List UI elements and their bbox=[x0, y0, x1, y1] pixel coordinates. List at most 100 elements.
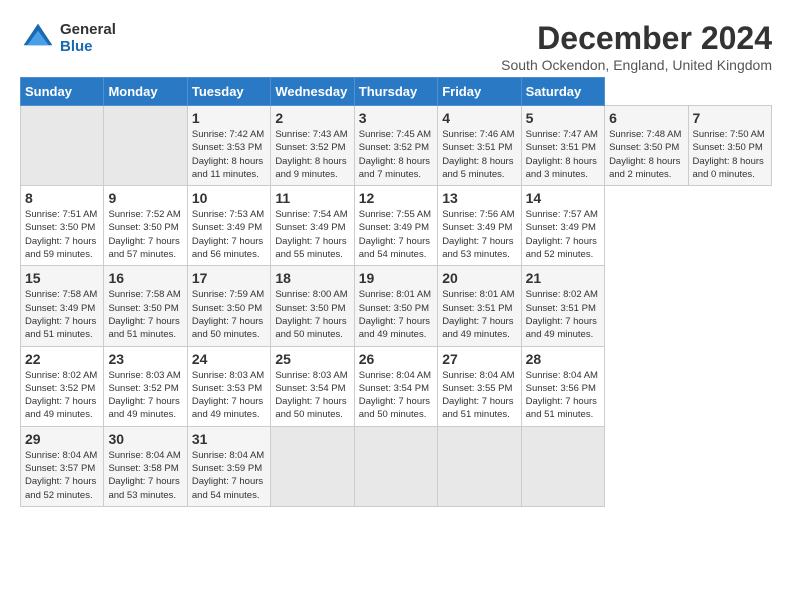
day-header-friday: Friday bbox=[438, 78, 521, 106]
calendar-cell: 9Sunrise: 7:52 AM Sunset: 3:50 PM Daylig… bbox=[104, 186, 187, 266]
day-number: 14 bbox=[526, 190, 600, 206]
day-number: 19 bbox=[359, 270, 433, 286]
calendar-cell bbox=[104, 106, 187, 186]
day-info: Sunrise: 7:58 AM Sunset: 3:50 PM Dayligh… bbox=[108, 288, 182, 341]
day-number: 25 bbox=[275, 351, 349, 367]
week-row-2: 8 Sunrise: 7:51 AM Sunset: 3:50 PM Daylig… bbox=[21, 186, 772, 266]
day-info: Sunrise: 7:56 AM Sunset: 3:49 PM Dayligh… bbox=[442, 208, 516, 261]
day-number: 11 bbox=[275, 190, 349, 206]
calendar-cell: 6 Sunrise: 7:48 AM Sunset: 3:50 PM Daylig… bbox=[605, 106, 688, 186]
calendar-cell: 17 Sunrise: 7:59 AM Sunset: 3:50 PM Dayli… bbox=[187, 266, 270, 346]
calendar-cell: 5 Sunrise: 7:47 AM Sunset: 3:51 PM Daylig… bbox=[521, 106, 604, 186]
day-info: Sunrise: 7:50 AM Sunset: 3:50 PM Dayligh… bbox=[693, 128, 768, 181]
calendar-cell bbox=[21, 106, 104, 186]
calendar-cell: 1 Sunrise: 7:42 AM Sunset: 3:53 PM Daylig… bbox=[187, 106, 270, 186]
day-number: 6 bbox=[609, 110, 683, 126]
day-number: 28 bbox=[526, 351, 600, 367]
day-header-thursday: Thursday bbox=[354, 78, 437, 106]
day-info: Sunrise: 7:57 AM Sunset: 3:49 PM Dayligh… bbox=[526, 208, 600, 261]
calendar-cell: 26 Sunrise: 8:04 AM Sunset: 3:54 PM Dayli… bbox=[354, 346, 437, 426]
day-info: Sunrise: 8:00 AM Sunset: 3:50 PM Dayligh… bbox=[275, 288, 349, 341]
day-info: Sunrise: 8:01 AM Sunset: 3:50 PM Dayligh… bbox=[359, 288, 433, 341]
calendar-cell: 11 Sunrise: 7:54 AM Sunset: 3:49 PM Dayli… bbox=[271, 186, 354, 266]
day-number: 31 bbox=[192, 431, 266, 447]
month-title: December 2024 bbox=[501, 20, 772, 57]
day-info: Sunrise: 8:04 AM Sunset: 3:54 PM Dayligh… bbox=[359, 369, 433, 422]
day-number: 10 bbox=[192, 190, 266, 206]
calendar-cell: 25 Sunrise: 8:03 AM Sunset: 3:54 PM Dayli… bbox=[271, 346, 354, 426]
day-number: 16 bbox=[108, 270, 182, 286]
calendar-cell: 14 Sunrise: 7:57 AM Sunset: 3:49 PM Dayli… bbox=[521, 186, 604, 266]
calendar-cell: 22Sunrise: 8:02 AM Sunset: 3:52 PM Dayli… bbox=[21, 346, 104, 426]
day-number: 5 bbox=[526, 110, 600, 126]
day-number: 29 bbox=[25, 431, 99, 447]
calendar-cell: 24 Sunrise: 8:03 AM Sunset: 3:53 PM Dayli… bbox=[187, 346, 270, 426]
calendar-table: SundayMondayTuesdayWednesdayThursdayFrid… bbox=[20, 77, 772, 507]
day-info: Sunrise: 8:04 AM Sunset: 3:56 PM Dayligh… bbox=[526, 369, 600, 422]
day-info: Sunrise: 7:58 AM Sunset: 3:49 PM Dayligh… bbox=[25, 288, 99, 341]
day-number: 3 bbox=[359, 110, 433, 126]
day-info: Sunrise: 7:59 AM Sunset: 3:50 PM Dayligh… bbox=[192, 288, 266, 341]
day-info: Sunrise: 7:47 AM Sunset: 3:51 PM Dayligh… bbox=[526, 128, 600, 181]
day-number: 8 bbox=[25, 190, 99, 206]
day-number: 27 bbox=[442, 351, 516, 367]
day-number: 17 bbox=[192, 270, 266, 286]
day-header-monday: Monday bbox=[104, 78, 187, 106]
day-info: Sunrise: 7:54 AM Sunset: 3:49 PM Dayligh… bbox=[275, 208, 349, 261]
day-info: Sunrise: 7:46 AM Sunset: 3:51 PM Dayligh… bbox=[442, 128, 516, 181]
calendar-cell: 3 Sunrise: 7:45 AM Sunset: 3:52 PM Daylig… bbox=[354, 106, 437, 186]
day-header-tuesday: Tuesday bbox=[187, 78, 270, 106]
day-info: Sunrise: 8:03 AM Sunset: 3:54 PM Dayligh… bbox=[275, 369, 349, 422]
day-number: 1 bbox=[192, 110, 266, 126]
calendar-cell bbox=[271, 426, 354, 506]
day-info: Sunrise: 8:02 AM Sunset: 3:51 PM Dayligh… bbox=[526, 288, 600, 341]
day-number: 9 bbox=[108, 190, 182, 206]
day-info: Sunrise: 7:45 AM Sunset: 3:52 PM Dayligh… bbox=[359, 128, 433, 181]
day-number: 22 bbox=[25, 351, 99, 367]
day-header-wednesday: Wednesday bbox=[271, 78, 354, 106]
week-row-1: 1 Sunrise: 7:42 AM Sunset: 3:53 PM Daylig… bbox=[21, 106, 772, 186]
header: General Blue December 2024 South Ockendo… bbox=[20, 20, 772, 73]
day-info: Sunrise: 7:42 AM Sunset: 3:53 PM Dayligh… bbox=[192, 128, 266, 181]
calendar-cell: 27 Sunrise: 8:04 AM Sunset: 3:55 PM Dayli… bbox=[438, 346, 521, 426]
day-info: Sunrise: 7:51 AM Sunset: 3:50 PM Dayligh… bbox=[25, 208, 99, 261]
day-info: Sunrise: 8:04 AM Sunset: 3:58 PM Dayligh… bbox=[108, 449, 182, 502]
calendar-cell: 7Sunrise: 7:50 AM Sunset: 3:50 PM Daylig… bbox=[688, 106, 772, 186]
day-number: 18 bbox=[275, 270, 349, 286]
calendar-cell: 12Sunrise: 7:55 AM Sunset: 3:49 PM Dayli… bbox=[354, 186, 437, 266]
day-info: Sunrise: 7:48 AM Sunset: 3:50 PM Dayligh… bbox=[609, 128, 683, 181]
day-info: Sunrise: 8:04 AM Sunset: 3:59 PM Dayligh… bbox=[192, 449, 266, 502]
day-info: Sunrise: 8:01 AM Sunset: 3:51 PM Dayligh… bbox=[442, 288, 516, 341]
calendar-cell: 23Sunrise: 8:03 AM Sunset: 3:52 PM Dayli… bbox=[104, 346, 187, 426]
calendar-cell bbox=[438, 426, 521, 506]
day-info: Sunrise: 7:43 AM Sunset: 3:52 PM Dayligh… bbox=[275, 128, 349, 181]
calendar-cell: 30 Sunrise: 8:04 AM Sunset: 3:58 PM Dayli… bbox=[104, 426, 187, 506]
day-number: 20 bbox=[442, 270, 516, 286]
week-row-3: 15Sunrise: 7:58 AM Sunset: 3:49 PM Dayli… bbox=[21, 266, 772, 346]
day-info: Sunrise: 8:04 AM Sunset: 3:57 PM Dayligh… bbox=[25, 449, 99, 502]
calendar-cell: 15Sunrise: 7:58 AM Sunset: 3:49 PM Dayli… bbox=[21, 266, 104, 346]
calendar-cell: 19 Sunrise: 8:01 AM Sunset: 3:50 PM Dayli… bbox=[354, 266, 437, 346]
day-number: 21 bbox=[526, 270, 600, 286]
calendar-cell: 4 Sunrise: 7:46 AM Sunset: 3:51 PM Daylig… bbox=[438, 106, 521, 186]
day-number: 13 bbox=[442, 190, 516, 206]
day-info: Sunrise: 8:03 AM Sunset: 3:53 PM Dayligh… bbox=[192, 369, 266, 422]
calendar-cell bbox=[521, 426, 604, 506]
day-number: 30 bbox=[108, 431, 182, 447]
day-header-sunday: Sunday bbox=[21, 78, 104, 106]
calendar-cell: 13 Sunrise: 7:56 AM Sunset: 3:49 PM Dayli… bbox=[438, 186, 521, 266]
location: South Ockendon, England, United Kingdom bbox=[501, 57, 772, 73]
day-number: 26 bbox=[359, 351, 433, 367]
calendar-cell: 21 Sunrise: 8:02 AM Sunset: 3:51 PM Dayli… bbox=[521, 266, 604, 346]
day-number: 2 bbox=[275, 110, 349, 126]
calendar-cell: 20 Sunrise: 8:01 AM Sunset: 3:51 PM Dayli… bbox=[438, 266, 521, 346]
logo: General Blue bbox=[20, 20, 116, 56]
calendar-cell bbox=[354, 426, 437, 506]
logo-text: General Blue bbox=[60, 21, 116, 55]
calendar-cell: 10Sunrise: 7:53 AM Sunset: 3:49 PM Dayli… bbox=[187, 186, 270, 266]
day-number: 4 bbox=[442, 110, 516, 126]
calendar-cell: 29 Sunrise: 8:04 AM Sunset: 3:57 PM Dayli… bbox=[21, 426, 104, 506]
day-number: 24 bbox=[192, 351, 266, 367]
calendar-cell: 28 Sunrise: 8:04 AM Sunset: 3:56 PM Dayli… bbox=[521, 346, 604, 426]
day-info: Sunrise: 8:04 AM Sunset: 3:55 PM Dayligh… bbox=[442, 369, 516, 422]
